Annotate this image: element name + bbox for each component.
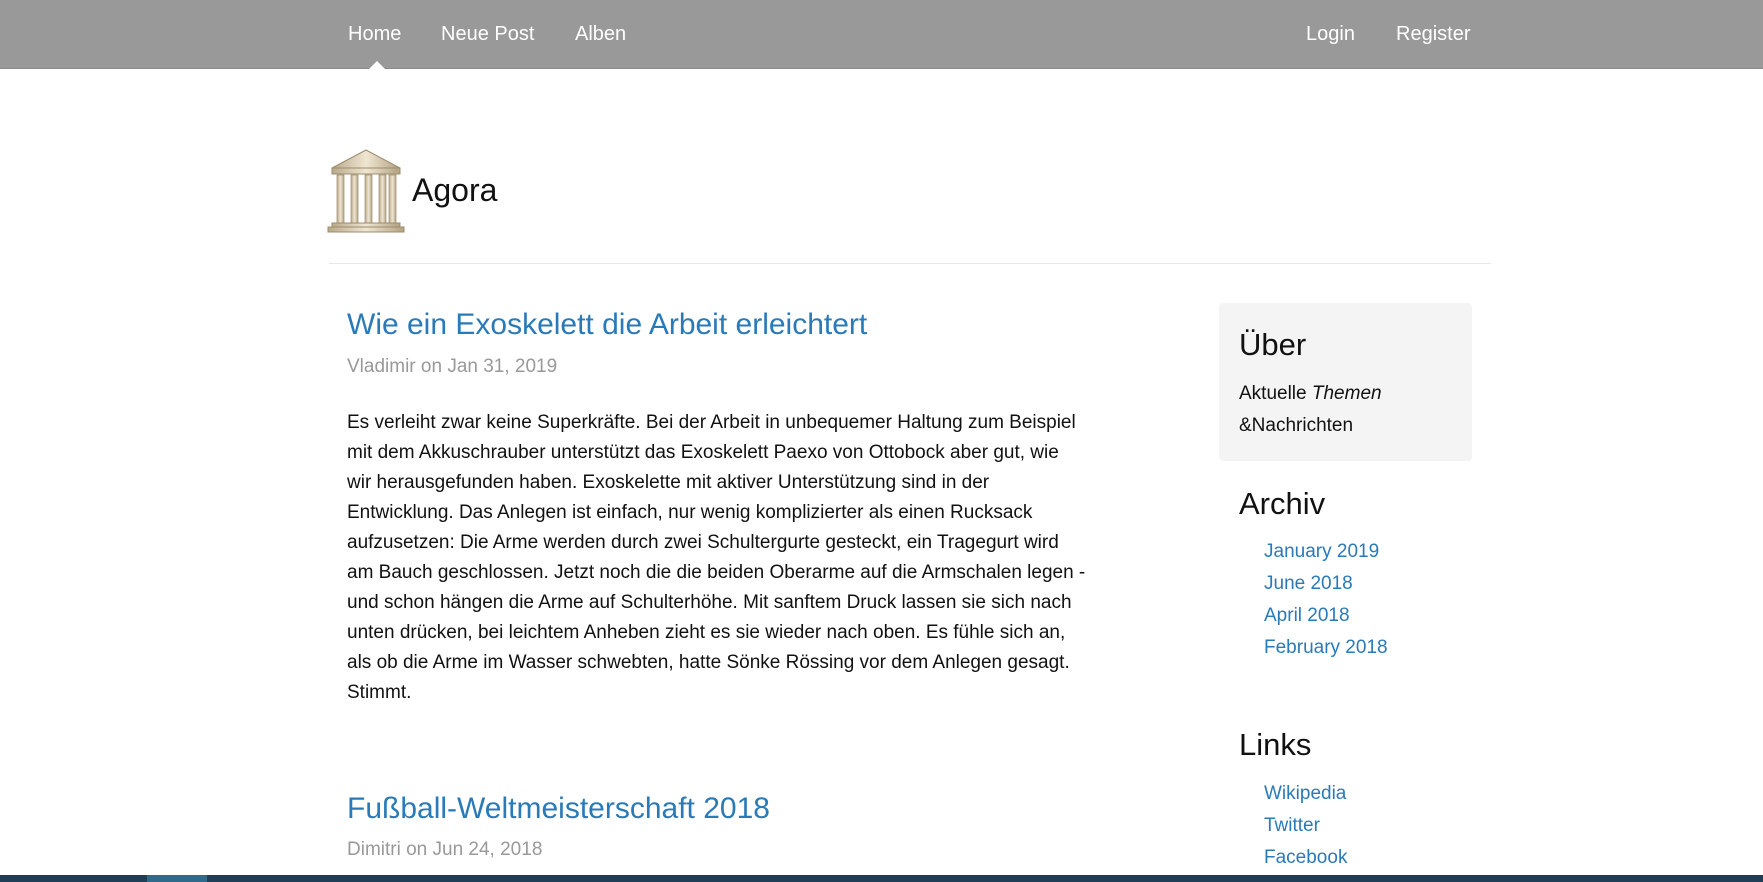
- post-body: Es verleiht zwar keine Superkräfte. Bei …: [347, 412, 1086, 703]
- site-title[interactable]: Agora: [412, 171, 497, 209]
- post-title-link[interactable]: Wie ein Exoskelett die Arbeit erleichter…: [347, 307, 867, 343]
- nav-alben-link[interactable]: Alben: [575, 22, 626, 46]
- about-text-plain: Aktuelle: [1239, 383, 1312, 404]
- post-title-link[interactable]: Fußball-Weltmeisterschaft 2018: [347, 791, 770, 827]
- bottom-taskbar-strip: [0, 875, 1763, 882]
- about-text-rest: &Nachrichten: [1239, 415, 1354, 436]
- about-heading: Über: [1239, 327, 1307, 362]
- nav-home-link[interactable]: Home: [348, 22, 401, 46]
- about-text: Aktuelle Themen &Nachrichten: [1239, 378, 1459, 442]
- nav-neue-post-link[interactable]: Neue Post: [441, 22, 534, 46]
- active-nav-indicator: [369, 61, 385, 69]
- greek-temple-icon: [327, 149, 405, 233]
- nav-register-link[interactable]: Register: [1396, 22, 1470, 46]
- header-divider: [329, 263, 1491, 264]
- about-text-italic: Themen: [1311, 383, 1382, 404]
- post-meta: Vladimir on Jan 31, 2019: [347, 356, 558, 377]
- archive-link[interactable]: January 2019: [1264, 540, 1379, 564]
- bottom-taskbar-tab[interactable]: [147, 875, 207, 882]
- archive-link[interactable]: April 2018: [1264, 604, 1350, 628]
- external-link-twitter[interactable]: Twitter: [1264, 814, 1320, 838]
- links-heading: Links: [1239, 727, 1312, 762]
- archive-heading: Archiv: [1239, 486, 1326, 521]
- archive-link[interactable]: February 2018: [1264, 636, 1388, 660]
- external-link-wikipedia[interactable]: Wikipedia: [1264, 782, 1346, 806]
- external-link-facebook[interactable]: Facebook: [1264, 846, 1347, 870]
- archive-link[interactable]: June 2018: [1264, 572, 1353, 596]
- nav-login-link[interactable]: Login: [1306, 22, 1355, 46]
- post-meta: Dimitri on Jun 24, 2018: [347, 839, 543, 860]
- top-navbar: Home Neue Post Alben Login Register: [0, 0, 1763, 69]
